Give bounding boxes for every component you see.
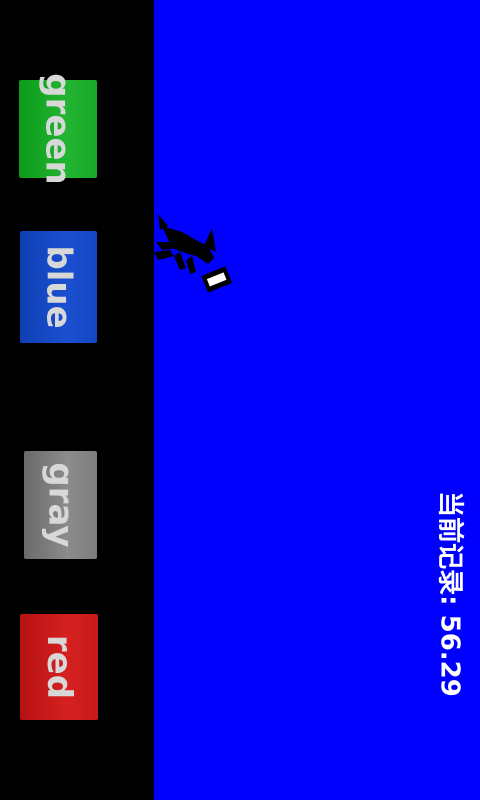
- red-button[interactable]: red: [20, 614, 98, 720]
- game-screen: green blue gray red 当前记录: 56.29: [0, 0, 480, 800]
- record-label: 当前记录: 56.29: [434, 491, 465, 697]
- gray-button[interactable]: gray: [24, 451, 97, 559]
- red-button-label: red: [38, 634, 79, 700]
- gray-button-label: gray: [40, 462, 81, 548]
- green-button-label: green: [38, 73, 78, 185]
- blue-button[interactable]: blue: [20, 231, 97, 343]
- play-field: [154, 0, 480, 800]
- green-button[interactable]: green: [19, 73, 97, 185]
- stick-runner-icon: [154, 214, 233, 293]
- blue-button-label: blue: [38, 245, 79, 329]
- color-button-panel: green blue gray red: [0, 0, 154, 800]
